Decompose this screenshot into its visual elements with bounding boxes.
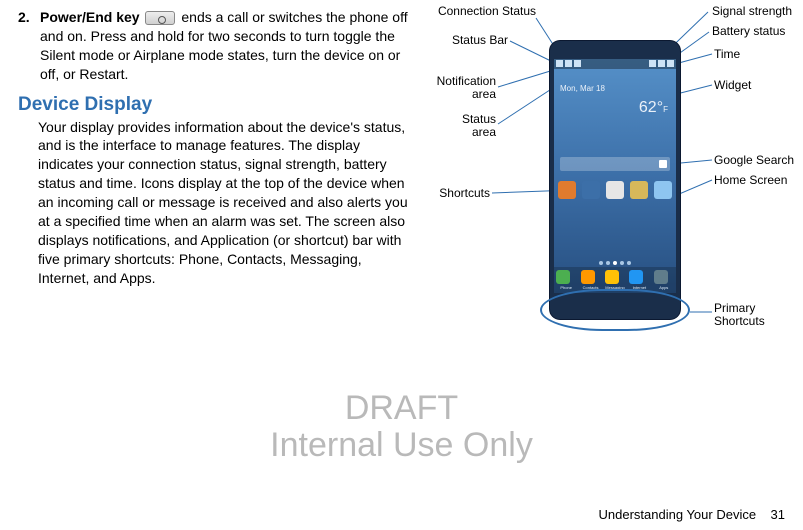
callout-signal-strength: Signal strength (712, 5, 792, 18)
battery-icon (658, 60, 665, 67)
callout-notification-area: Notification area (428, 75, 496, 101)
weather-temp: 62° (639, 99, 663, 116)
watermark: DRAFT Internal Use Only (0, 390, 803, 465)
signal-icon (649, 60, 656, 67)
list-body: Power/End key ends a call or switches th… (40, 8, 413, 84)
callout-primary-shortcuts: Primary Shortcuts (714, 302, 765, 328)
power-key-icon (145, 11, 175, 25)
footer-page: 31 (771, 507, 785, 522)
list-item-power-key: 2. Power/End key ends a call or switches… (18, 8, 413, 84)
status-icon (574, 60, 581, 67)
footer-title: Understanding Your Device (599, 507, 757, 522)
shortcut-icon (582, 181, 600, 199)
callout-time: Time (714, 48, 740, 61)
shortcut-icon (654, 181, 672, 199)
shortcut-row (558, 181, 672, 199)
status-icon (556, 60, 563, 67)
watermark-line1: DRAFT (0, 390, 803, 427)
callout-status-area: Status area (428, 113, 496, 139)
dock-phone-icon (556, 270, 570, 284)
status-icon (565, 60, 572, 67)
phone-date: Mon, Mar 18 (554, 69, 676, 93)
page-indicator (554, 261, 676, 265)
callout-widget: Widget (714, 79, 751, 92)
section-heading: Device Display (18, 94, 413, 116)
dock-messaging-icon (605, 270, 619, 284)
phone-mockup: Mon, Mar 18 62°F Phone Contacts Messagin… (550, 41, 680, 319)
phone-statusbar (554, 59, 676, 69)
list-number: 2. (18, 8, 40, 84)
weather-widget: 62°F (610, 99, 670, 129)
footer: Understanding Your Device 31 (599, 507, 785, 522)
callout-connection-status: Connection Status (428, 5, 536, 18)
shortcut-icon (630, 181, 648, 199)
mic-icon (659, 160, 667, 168)
power-key-label: Power/End key (40, 9, 140, 25)
callout-shortcuts: Shortcuts (428, 187, 490, 200)
google-search-bar (560, 157, 670, 171)
dock-apps-icon (654, 270, 668, 284)
callout-home-screen: Home Screen (714, 174, 787, 187)
callout-battery-status: Battery status (712, 25, 785, 38)
body-paragraph: Your display provides information about … (38, 118, 413, 288)
dock: Phone Contacts Messaging Internet Apps (554, 267, 676, 293)
shortcut-icon (606, 181, 624, 199)
device-diagram: Connection Status Signal strength Batter… (428, 5, 798, 360)
callout-status-bar: Status Bar (428, 34, 508, 47)
shortcut-icon (558, 181, 576, 199)
phone-screen: Mon, Mar 18 62°F Phone Contacts Messagin… (554, 59, 676, 293)
watermark-line2: Internal Use Only (0, 427, 803, 464)
clock-icon (667, 60, 674, 67)
dock-contacts-icon (581, 270, 595, 284)
callout-google-search: Google Search (714, 154, 794, 167)
dock-internet-icon (629, 270, 643, 284)
